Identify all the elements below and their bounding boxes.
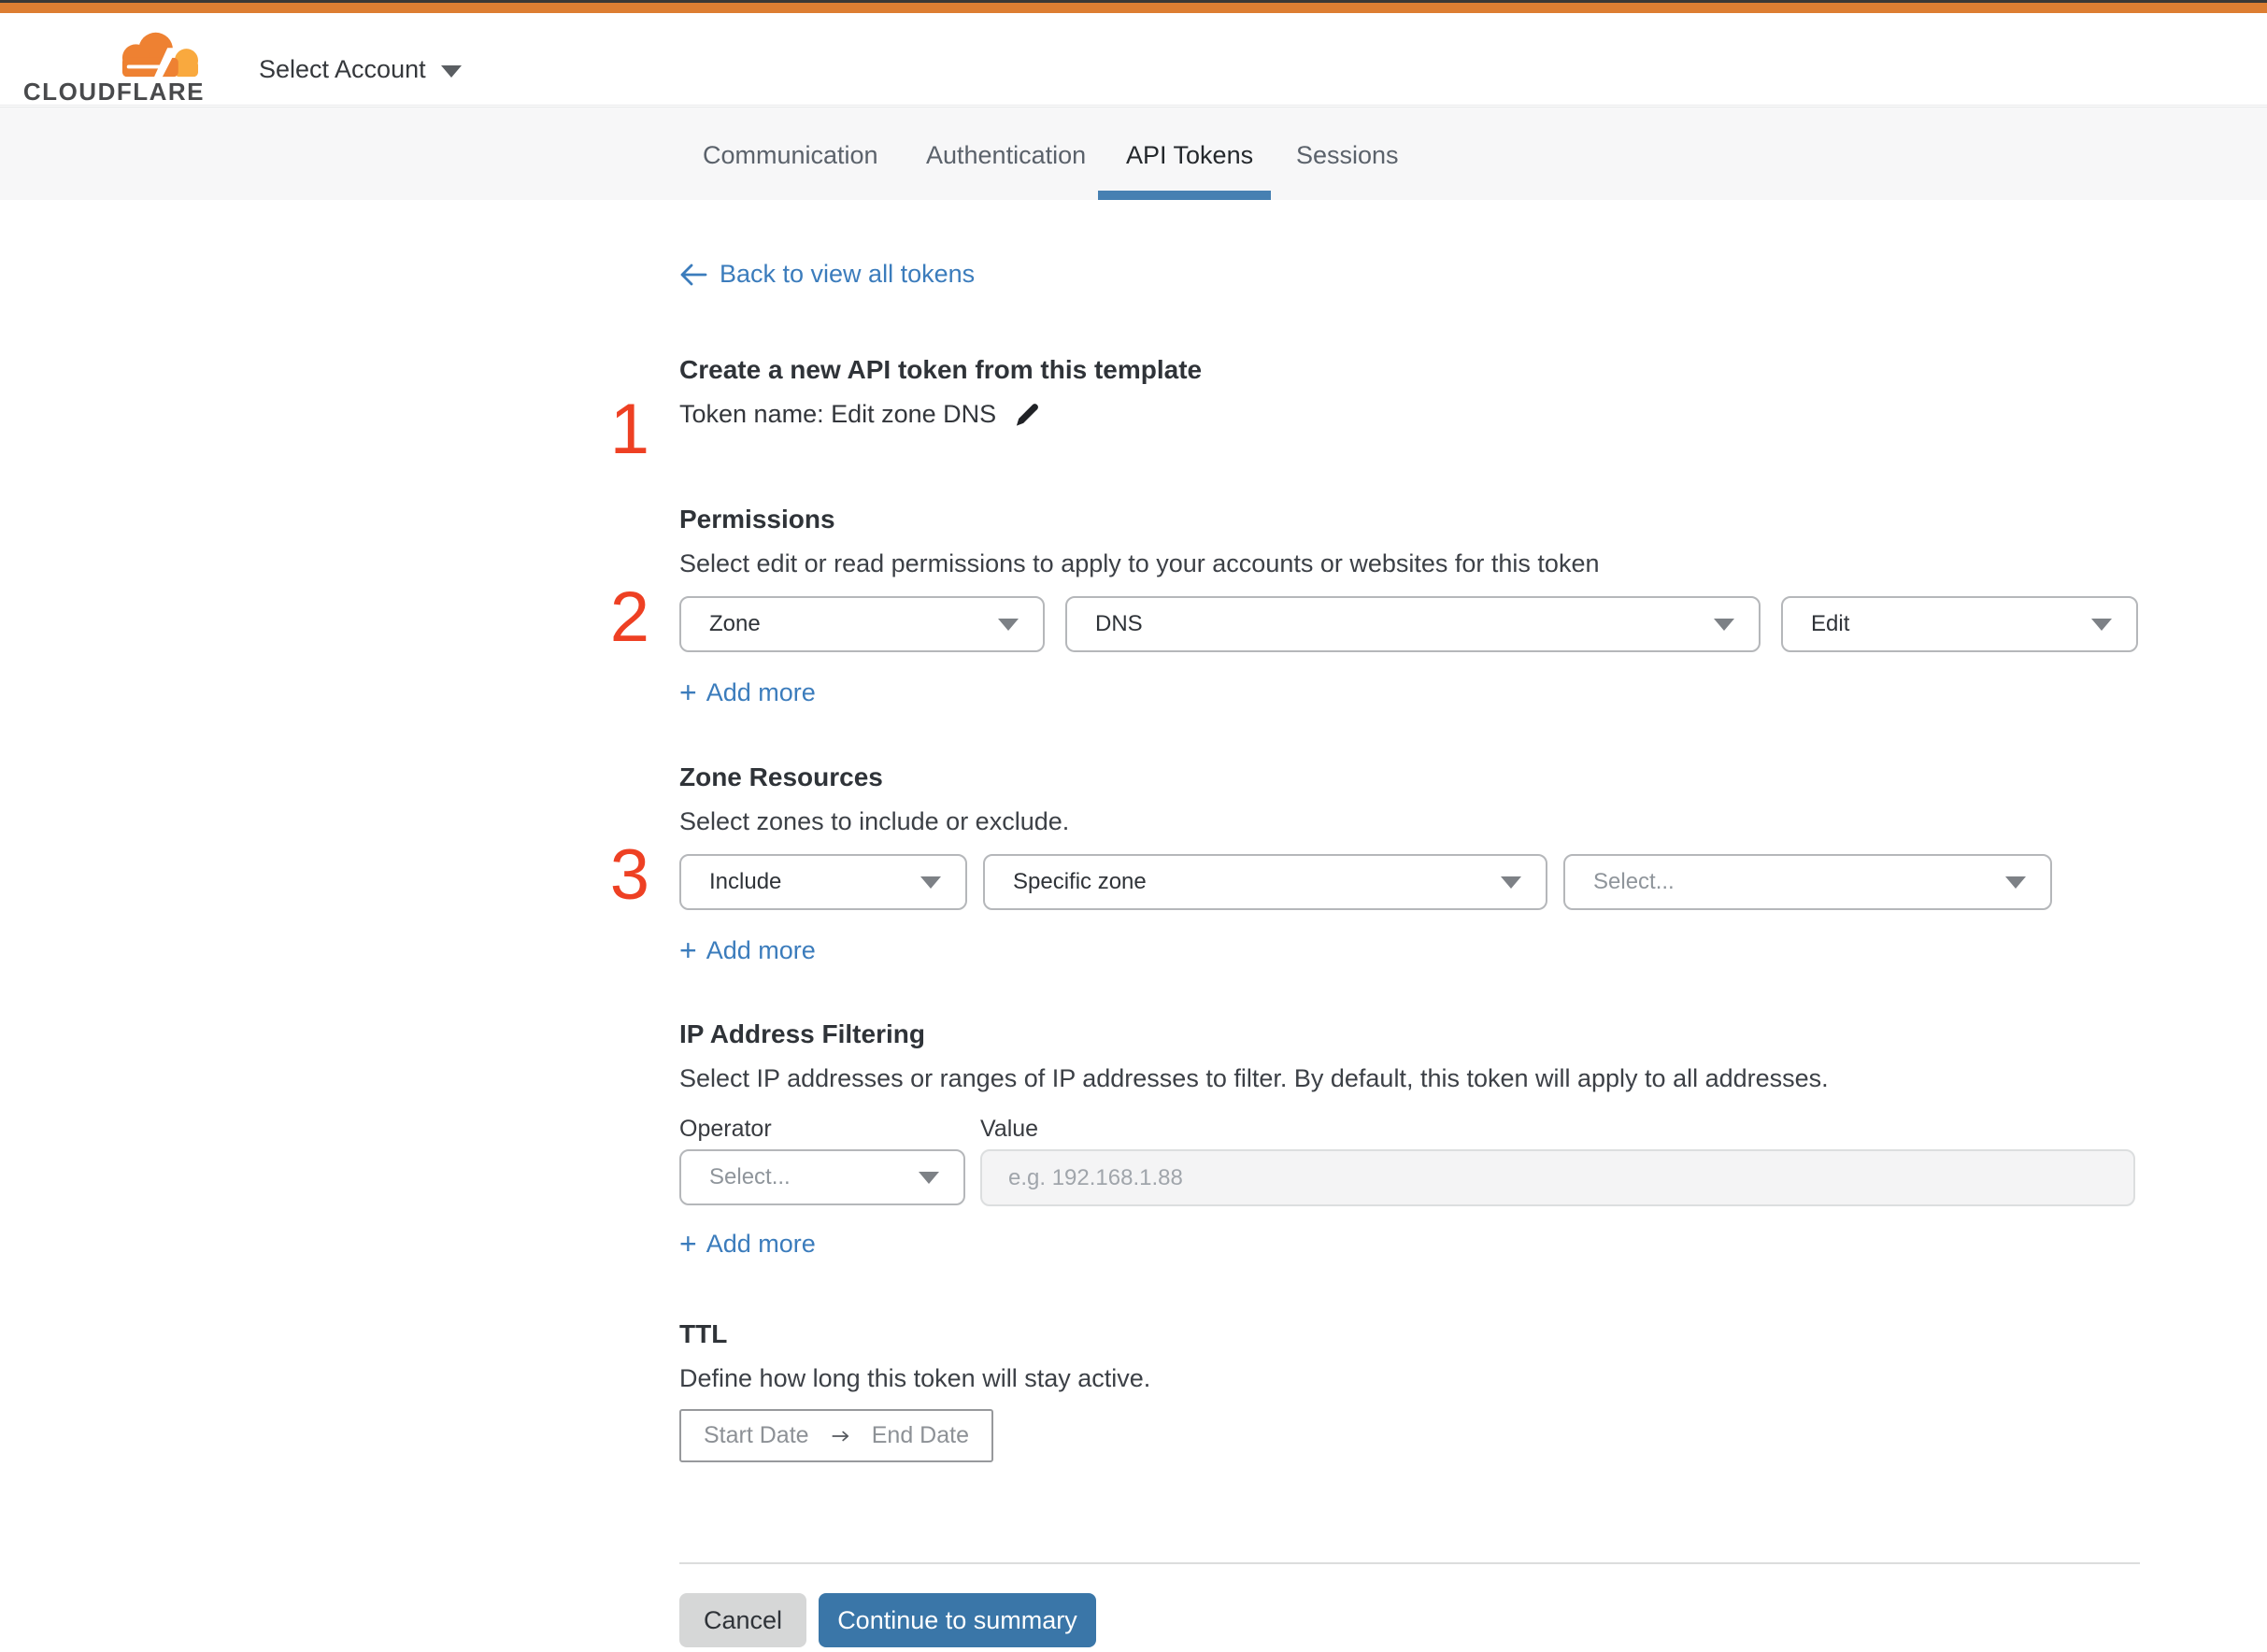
tab-api-tokens[interactable]: API Tokens	[1126, 140, 1253, 170]
zone-scope-value: Specific zone	[1013, 869, 1147, 894]
plus-icon: +	[679, 1227, 697, 1260]
zone-resources-heading: Zone Resources	[679, 762, 883, 791]
plus-icon: +	[679, 676, 697, 709]
permission-access-dropdown[interactable]: Edit	[1781, 596, 2138, 652]
tab-sessions[interactable]: Sessions	[1296, 140, 1399, 170]
permissions-section: 2 Permissions Select edit or read permis…	[610, 503, 2140, 709]
add-more-label: Add more	[706, 1230, 816, 1258]
edit-pencil-icon[interactable]	[1013, 400, 1042, 429]
tab-authentication[interactable]: Authentication	[926, 140, 1086, 170]
permissions-row: Zone DNS Edit	[679, 596, 2140, 652]
zone-mode-value: Include	[709, 869, 782, 894]
value-label: Value	[980, 1116, 1039, 1142]
permission-scope-dropdown[interactable]: Zone	[679, 596, 1045, 652]
zone-resources-section: 3 Zone Resources Select zones to include…	[610, 761, 2140, 967]
continue-to-summary-button[interactable]: Continue to summary	[819, 1593, 1096, 1647]
ip-operator-dropdown[interactable]: Select...	[679, 1149, 965, 1205]
cloudflare-api-token-page: CLOUDFLARE Select Account Communication …	[0, 0, 2267, 1652]
footer-divider	[679, 1562, 2140, 1564]
ttl-date-range-picker[interactable]: Start Date End Date	[679, 1409, 993, 1462]
footer-actions: Cancel Continue to summary	[679, 1593, 1096, 1647]
zone-select-placeholder: Select...	[1593, 869, 1675, 894]
zone-mode-dropdown[interactable]: Include	[679, 854, 967, 910]
plus-icon: +	[679, 933, 697, 967]
ip-value-input[interactable]	[980, 1149, 2135, 1206]
ip-controls-row: Select...	[679, 1149, 2140, 1206]
tab-communication[interactable]: Communication	[703, 140, 878, 170]
step-number-3: 3	[609, 835, 649, 915]
chevron-down-icon	[1501, 876, 1521, 889]
permission-scope-value: Zone	[709, 611, 761, 636]
chevron-down-icon	[919, 1171, 939, 1184]
zone-resources-description: Select zones to include or exclude.	[679, 807, 1070, 835]
start-date-placeholder: Start Date	[704, 1422, 809, 1448]
zone-scope-dropdown[interactable]: Specific zone	[983, 854, 1547, 910]
ip-filtering-add-more-link[interactable]: + Add more	[679, 1227, 2140, 1260]
back-to-tokens-link[interactable]: Back to view all tokens	[679, 260, 975, 289]
ttl-description: Define how long this token will stay act…	[679, 1364, 1151, 1392]
chevron-down-icon	[2005, 876, 2026, 889]
ip-filtering-heading: IP Address Filtering	[679, 1019, 925, 1048]
chevron-down-icon	[440, 64, 462, 78]
cloudflare-wordmark: CLOUDFLARE	[22, 78, 205, 106]
cancel-button[interactable]: Cancel	[679, 1593, 806, 1647]
permissions-add-more-link[interactable]: + Add more	[679, 676, 2140, 709]
ip-filtering-description: Select IP addresses or ranges of IP addr…	[679, 1064, 1829, 1092]
account-selector[interactable]: Select Account	[259, 55, 462, 84]
permission-resource-dropdown[interactable]: DNS	[1065, 596, 1761, 652]
header: CLOUDFLARE Select Account	[0, 13, 2267, 106]
add-more-label: Add more	[706, 936, 816, 964]
token-name-text: Token name: Edit zone DNS	[679, 400, 997, 428]
template-section: 1 Create a new API token from this templ…	[610, 353, 2140, 469]
chevron-down-icon	[1714, 618, 1734, 631]
back-link-label: Back to view all tokens	[720, 260, 976, 288]
brand-orange-bar	[0, 3, 2267, 13]
permissions-description: Select edit or read permissions to apply…	[679, 549, 1600, 577]
arrow-left-icon	[680, 263, 707, 285]
permission-access-value: Edit	[1811, 611, 1850, 636]
token-name-line: Token name: Edit zone DNS	[679, 400, 2140, 429]
end-date-placeholder: End Date	[871, 1422, 969, 1448]
permission-resource-value: DNS	[1095, 611, 1143, 636]
add-more-label: Add more	[706, 678, 816, 706]
step-number-1: 1	[609, 390, 649, 469]
operator-label: Operator	[679, 1116, 772, 1142]
step-number-2: 2	[609, 577, 649, 657]
chevron-down-icon	[920, 876, 941, 889]
chevron-down-icon	[998, 618, 1019, 631]
cloudflare-cloud-icon	[121, 32, 199, 79]
template-heading: Create a new API token from this templat…	[679, 355, 1203, 384]
cloudflare-logo[interactable]: CLOUDFLARE	[22, 27, 205, 106]
ip-labels-row: Operator Value	[679, 1114, 2140, 1144]
ip-filtering-section: IP Address Filtering Select IP addresses…	[679, 1018, 2140, 1260]
chevron-down-icon	[2091, 618, 2112, 631]
zone-select-dropdown[interactable]: Select...	[1563, 854, 2052, 910]
zone-resources-add-more-link[interactable]: + Add more	[679, 933, 2140, 967]
ttl-heading: TTL	[679, 1319, 728, 1348]
tab-bar: Communication Authentication API Tokens …	[0, 107, 2267, 200]
permissions-heading: Permissions	[679, 505, 835, 534]
ip-operator-placeholder: Select...	[709, 1164, 791, 1189]
main-content: Back to view all tokens 1 Create a new A…	[610, 199, 2140, 1652]
zone-resources-row: Include Specific zone Select...	[679, 854, 2140, 910]
account-selector-label: Select Account	[259, 55, 426, 83]
ttl-section: TTL Define how long this token will stay…	[679, 1317, 2140, 1462]
arrow-right-icon	[832, 1431, 848, 1441]
